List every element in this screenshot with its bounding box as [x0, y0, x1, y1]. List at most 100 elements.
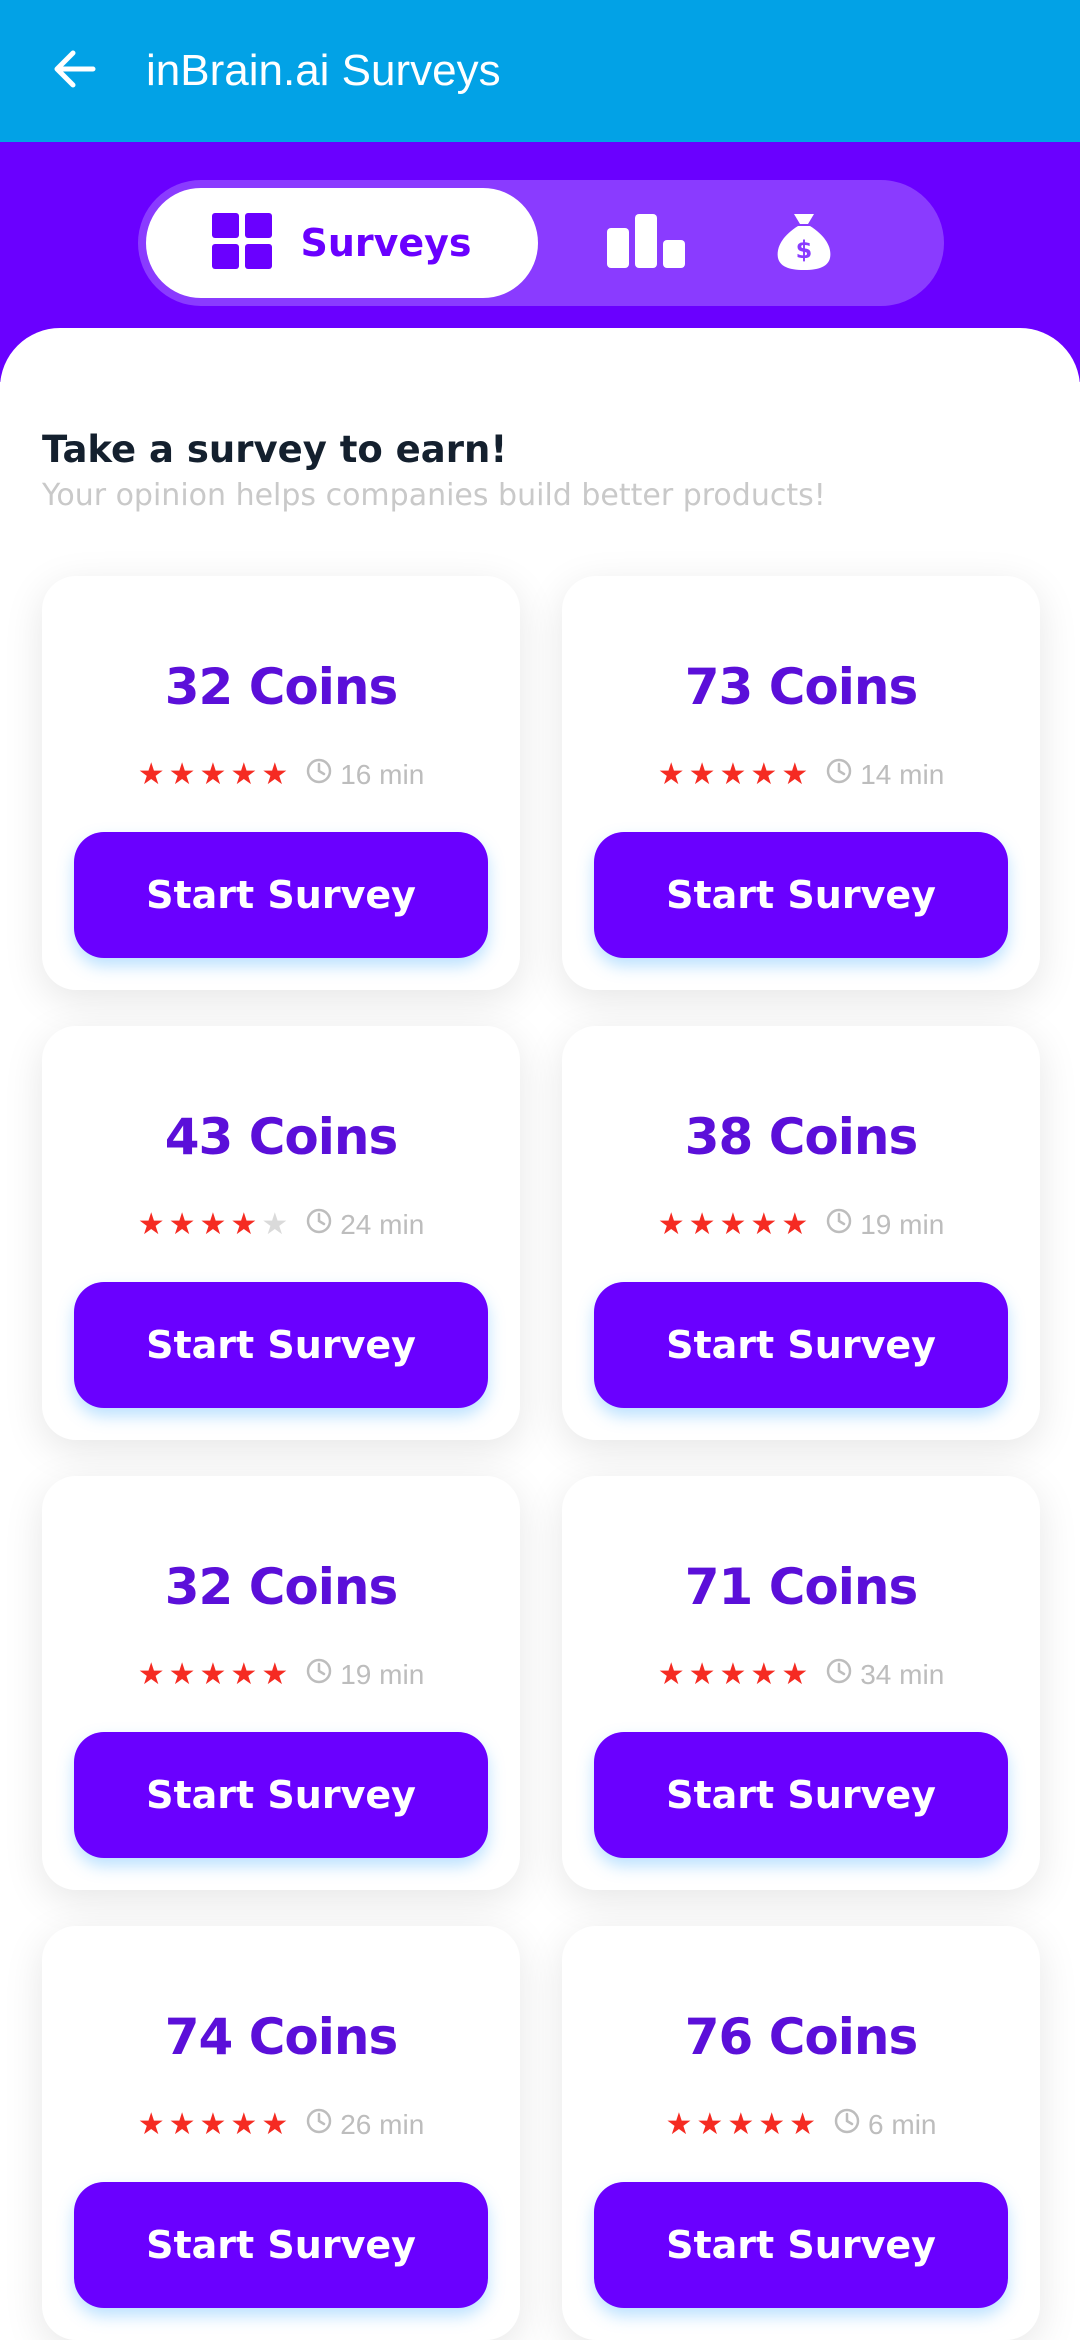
clock-icon	[834, 2108, 860, 2141]
star-icon: ★	[688, 1207, 716, 1241]
tab-rewards[interactable]: $	[764, 208, 844, 278]
survey-card: 32 Coins ★ ★ ★ ★ ★ 16 min Start Survey	[42, 576, 520, 990]
star-rating: ★ ★ ★ ★ ★	[657, 1657, 809, 1691]
survey-duration: 34 min	[826, 1658, 944, 1691]
star-icon: ★	[750, 757, 778, 791]
star-icon: ★	[696, 2107, 724, 2141]
survey-duration: 16 min	[306, 758, 424, 791]
survey-duration: 6 min	[834, 2108, 937, 2141]
star-icon: ★	[781, 757, 809, 791]
app-title: inBrain.ai Surveys	[146, 46, 501, 95]
star-icon: ★	[758, 2107, 786, 2141]
star-rating: ★ ★ ★ ★ ★	[138, 2107, 289, 2141]
clock-icon	[306, 1208, 332, 1241]
star-icon: ★	[199, 757, 227, 791]
survey-coins: 76 Coins	[684, 2008, 919, 2066]
star-icon: ★	[657, 1657, 685, 1691]
survey-duration: 24 min	[306, 1208, 424, 1241]
star-icon: ★	[199, 2107, 227, 2141]
survey-coins: 43 Coins	[164, 1108, 399, 1166]
star-icon: ★	[230, 757, 258, 791]
star-icon: ★	[230, 1657, 258, 1691]
star-icon: ★	[781, 1657, 809, 1691]
star-icon: ★	[750, 1657, 778, 1691]
star-icon: ★	[137, 1657, 165, 1691]
start-survey-button[interactable]: Start Survey	[74, 1282, 488, 1408]
star-rating: ★ ★ ★ ★ ★	[137, 757, 289, 791]
duration-text: 26 min	[340, 2108, 425, 2140]
star-icon: ★	[261, 2107, 289, 2141]
page-subtitle: Your opinion helps companies build bette…	[42, 478, 826, 513]
star-rating: ★ ★ ★ ★ ★	[657, 1207, 809, 1241]
survey-duration: 19 min	[306, 1658, 424, 1691]
star-icon: ★	[688, 757, 716, 791]
start-survey-button[interactable]: Start Survey	[74, 832, 488, 958]
survey-duration: 19 min	[826, 1208, 944, 1241]
survey-duration: 26 min	[306, 2108, 424, 2141]
survey-meta: ★ ★ ★ ★ ★ 26 min	[42, 2108, 520, 2141]
clock-icon	[826, 758, 852, 791]
star-icon: ★	[657, 757, 685, 791]
start-survey-button[interactable]: Start Survey	[594, 1282, 1008, 1408]
survey-card: 38 Coins ★ ★ ★ ★ ★ 19 min Start Survey	[562, 1026, 1040, 1440]
star-icon: ★	[688, 1657, 716, 1691]
survey-grid: 32 Coins ★ ★ ★ ★ ★ 16 min Start Survey 73 Co…	[42, 576, 1040, 2340]
star-icon: ★	[168, 757, 196, 791]
survey-meta: ★ ★ ★ ★ ★ 14 min	[562, 758, 1040, 791]
survey-coins: 74 Coins	[164, 2008, 399, 2066]
star-icon: ★	[665, 2107, 693, 2141]
star-icon: ★	[199, 1657, 227, 1691]
star-icon: ★	[168, 1207, 196, 1241]
survey-meta: ★ ★ ★ ★ ★ 19 min	[42, 1658, 520, 1691]
star-icon: ★	[261, 1207, 289, 1241]
tab-surveys[interactable]: Surveys	[146, 188, 538, 298]
duration-text: 6 min	[868, 2108, 937, 2140]
survey-coins: 71 Coins	[684, 1558, 919, 1616]
star-icon: ★	[719, 757, 747, 791]
start-survey-button[interactable]: Start Survey	[74, 2182, 488, 2308]
star-icon: ★	[781, 1207, 809, 1241]
start-survey-button[interactable]: Start Survey	[594, 2182, 1008, 2308]
duration-text: 19 min	[340, 1658, 425, 1690]
star-icon: ★	[261, 1657, 289, 1691]
clock-icon	[826, 1658, 852, 1691]
survey-coins: 38 Coins	[684, 1108, 919, 1166]
back-button[interactable]	[44, 41, 104, 101]
app-bar: inBrain.ai Surveys	[0, 0, 1080, 142]
tab-leaderboard[interactable]	[606, 208, 686, 278]
star-icon: ★	[137, 757, 165, 791]
survey-card: 43 Coins ★ ★ ★ ★ ★ 24 min Start Survey	[42, 1026, 520, 1440]
star-rating: ★ ★ ★ ★ ★	[137, 1657, 289, 1691]
survey-coins: 32 Coins	[164, 1558, 399, 1616]
survey-duration: 14 min	[826, 758, 944, 791]
star-icon: ★	[750, 1207, 778, 1241]
arrow-left-icon	[51, 49, 97, 94]
survey-meta: ★ ★ ★ ★ ★ 24 min	[42, 1208, 520, 1241]
start-survey-button[interactable]: Start Survey	[74, 1732, 488, 1858]
survey-coins: 73 Coins	[684, 658, 919, 716]
start-survey-button[interactable]: Start Survey	[594, 1732, 1008, 1858]
start-survey-button[interactable]: Start Survey	[594, 832, 1008, 958]
star-icon: ★	[137, 1207, 165, 1241]
star-icon: ★	[719, 1207, 747, 1241]
star-icon: ★	[168, 1657, 196, 1691]
survey-card: 74 Coins ★ ★ ★ ★ ★ 26 min Start Survey	[42, 1926, 520, 2340]
clock-icon	[826, 1208, 852, 1241]
tab-surveys-label: Surveys	[300, 221, 472, 265]
duration-text: 19 min	[860, 1208, 945, 1240]
star-rating: ★ ★ ★ ★ ★	[657, 757, 809, 791]
survey-panel: Take a survey to earn! Your opinion help…	[0, 328, 1080, 2340]
duration-text: 16 min	[340, 758, 425, 790]
money-bag-icon: $	[776, 212, 832, 275]
star-icon: ★	[230, 1207, 258, 1241]
survey-card: 32 Coins ★ ★ ★ ★ ★ 19 min Start Survey	[42, 1476, 520, 1890]
svg-text:$: $	[796, 236, 813, 264]
star-icon: ★	[168, 2107, 196, 2141]
star-icon: ★	[657, 1207, 685, 1241]
clock-icon	[306, 1658, 332, 1691]
star-icon: ★	[719, 1657, 747, 1691]
survey-meta: ★ ★ ★ ★ ★ 34 min	[562, 1658, 1040, 1691]
duration-text: 24 min	[340, 1208, 425, 1240]
star-rating: ★ ★ ★ ★ ★	[137, 1207, 289, 1241]
clock-icon	[306, 2108, 332, 2141]
